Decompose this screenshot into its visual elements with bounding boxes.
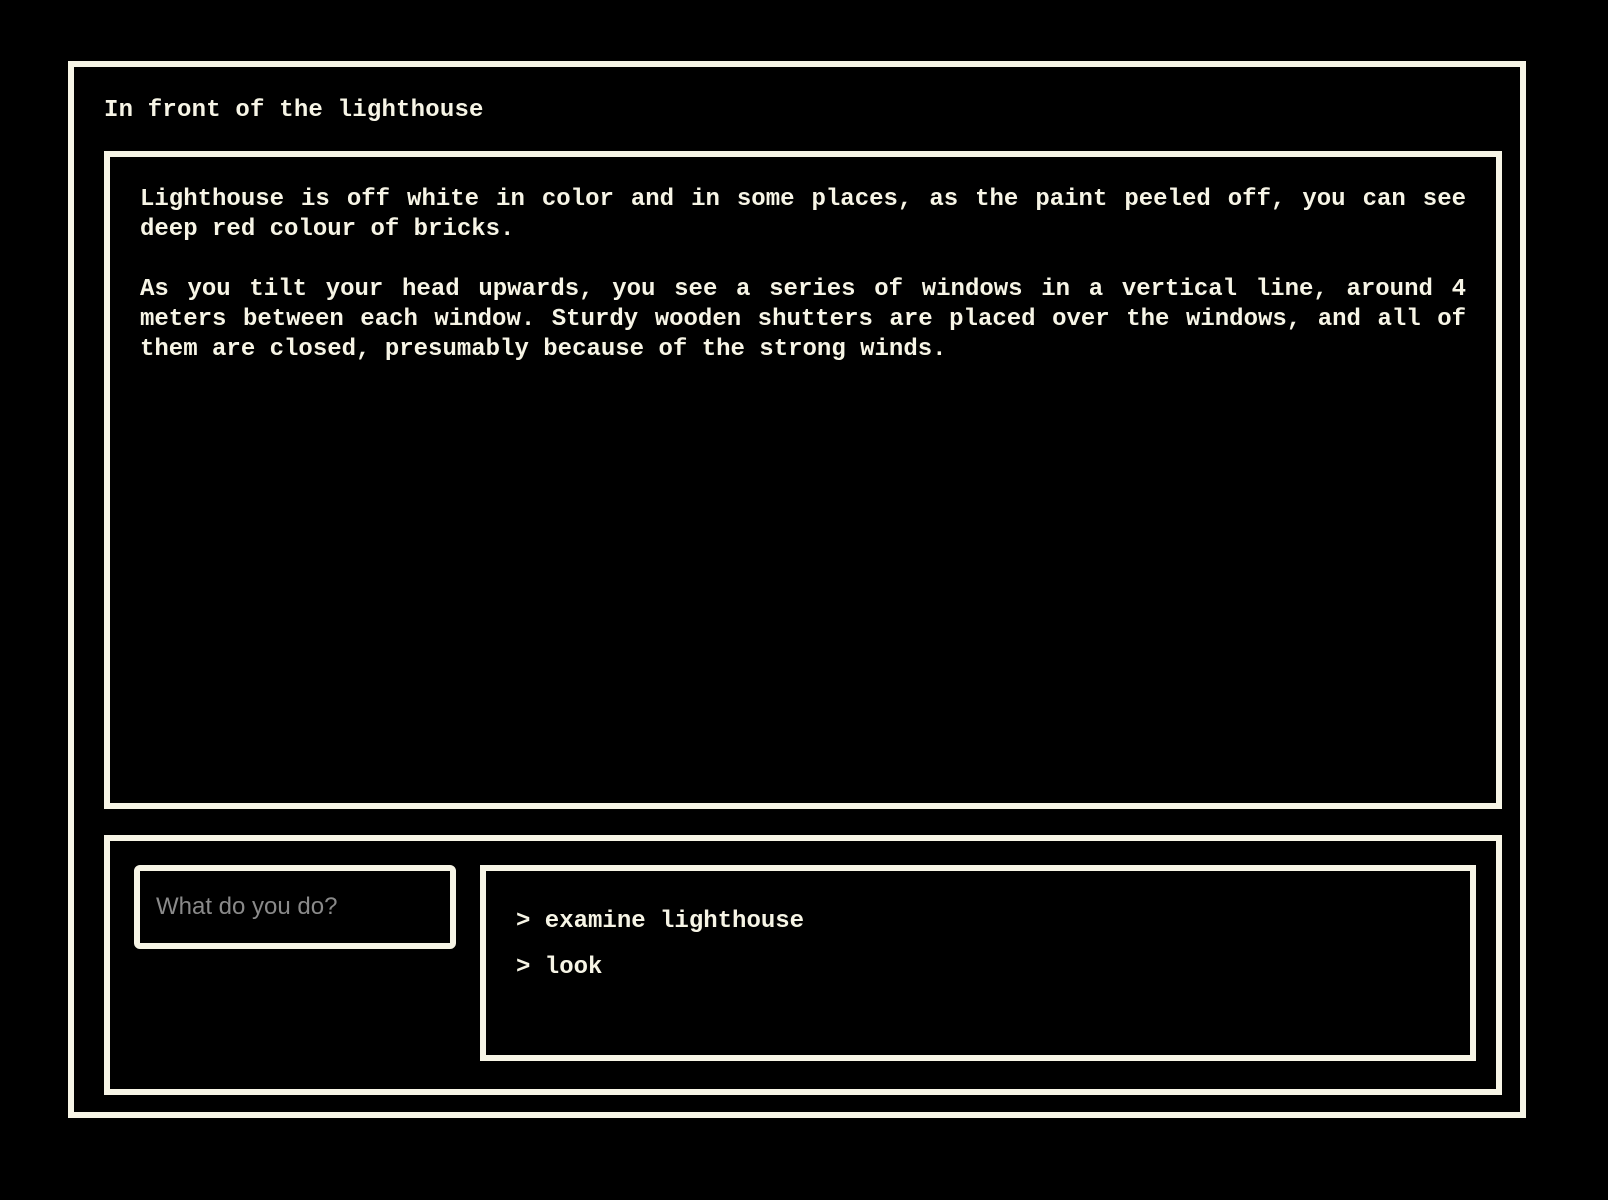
narrative-panel: Lighthouse is off white in color and in … bbox=[104, 151, 1502, 809]
command-input[interactable] bbox=[134, 865, 456, 949]
narrative-paragraph: As you tilt your head upwards, you see a… bbox=[140, 276, 1466, 363]
narrative-paragraph: Lighthouse is off white in color and in … bbox=[140, 186, 1466, 243]
location-title: In front of the lighthouse bbox=[104, 97, 484, 124]
controls-panel: > examine lighthouse > look bbox=[104, 835, 1502, 1095]
history-item: > examine lighthouse bbox=[516, 908, 805, 935]
command-history-list: > examine lighthouse > look bbox=[516, 907, 1440, 983]
history-item: > look bbox=[516, 954, 603, 981]
game-frame: In front of the lighthouse Lighthouse is… bbox=[68, 61, 1526, 1118]
command-history-panel: > examine lighthouse > look bbox=[480, 865, 1476, 1061]
